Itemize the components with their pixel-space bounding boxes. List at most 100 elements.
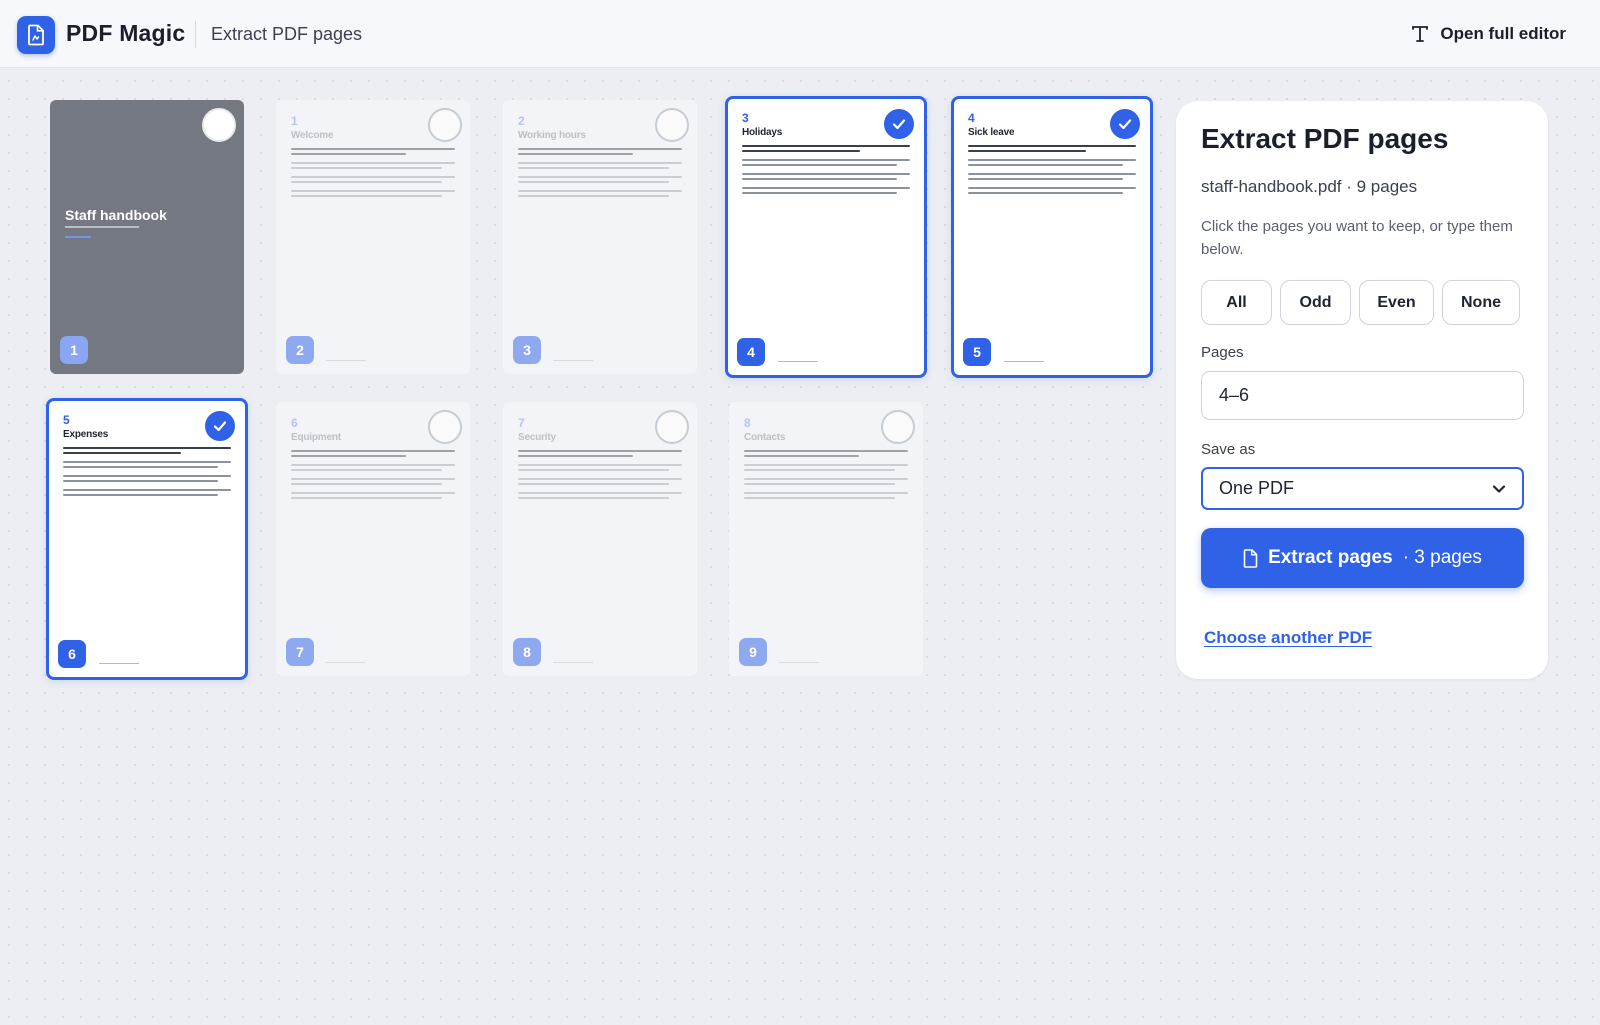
- unchecked-icon[interactable]: [428, 410, 462, 444]
- text-line: [63, 461, 231, 463]
- text-line: [742, 150, 860, 152]
- header-divider: [195, 21, 196, 48]
- text-line: [63, 452, 181, 454]
- text-line: [291, 492, 455, 494]
- page-thumbnail[interactable]: 8 Contacts 9: [729, 402, 923, 676]
- text-line: [968, 173, 1136, 175]
- text-line: [291, 478, 455, 480]
- unchecked-icon[interactable]: [202, 108, 236, 142]
- unchecked-icon[interactable]: [655, 410, 689, 444]
- text-line: [63, 489, 231, 491]
- page-footer: [326, 662, 366, 663]
- text-line: [742, 159, 910, 161]
- page-number-badge: 7: [286, 638, 314, 666]
- page-thumbnail[interactable]: Staff handbook 1: [50, 100, 244, 374]
- select-none-button[interactable]: None: [1442, 280, 1520, 325]
- app-logo: [17, 16, 55, 54]
- save-as-select[interactable]: One PDF: [1201, 467, 1524, 510]
- page-text-lines: [291, 450, 455, 499]
- text-line: [518, 450, 682, 452]
- extract-pages-button[interactable]: Extract pages · 3 pages: [1201, 528, 1524, 588]
- text-line: [63, 494, 218, 496]
- brand-name: PDF Magic: [66, 20, 186, 46]
- text-line: [291, 153, 406, 155]
- file-info: staff-handbook.pdf · 9 pages: [1201, 177, 1418, 196]
- unchecked-icon[interactable]: [655, 108, 689, 142]
- text-line: [742, 173, 910, 175]
- open-full-editor-button[interactable]: Open full editor: [1410, 20, 1566, 48]
- text-line: [744, 483, 895, 485]
- page-title: Staff handbook: [65, 207, 167, 223]
- page-number-badge: 8: [513, 638, 541, 666]
- page-preview: 3 Holidays: [728, 99, 924, 375]
- text-line: [968, 145, 1136, 147]
- text-tool-icon: [1412, 26, 1429, 42]
- checked-icon[interactable]: [205, 411, 235, 441]
- page-text-lines: [742, 145, 910, 194]
- text-line: [744, 464, 908, 466]
- text-line: [63, 466, 218, 468]
- text-line: [291, 162, 455, 164]
- text-line: [742, 187, 910, 189]
- help-text: Click the pages you want to keep, or typ…: [1201, 218, 1513, 258]
- save-as-value: One PDF: [1219, 478, 1295, 498]
- page-number-badge: 2: [286, 336, 314, 364]
- page-footer: [779, 662, 819, 663]
- text-line: [518, 464, 682, 466]
- panel-title: Extract PDF pages: [1201, 123, 1449, 154]
- text-line: [744, 469, 895, 471]
- text-line: [742, 145, 910, 147]
- page-preview: 4 Sick leave: [954, 99, 1150, 375]
- text-line: [968, 187, 1136, 189]
- page-number-badge: 6: [58, 640, 86, 668]
- extract-panel: Extract PDF pages staff-handbook.pdf · 9…: [1176, 101, 1548, 679]
- text-line: [518, 162, 682, 164]
- text-line: [744, 492, 908, 494]
- pdf-file-icon: [28, 24, 44, 46]
- page-footer: [553, 360, 593, 361]
- select-odd-button[interactable]: Odd: [1280, 280, 1351, 325]
- page-number-badge: 5: [963, 338, 991, 366]
- chevron-down-icon: [1492, 484, 1506, 493]
- text-line: [518, 148, 682, 150]
- page-footer: [99, 663, 139, 664]
- text-line: [968, 164, 1123, 166]
- select-even-button[interactable]: Even: [1359, 280, 1434, 325]
- text-line: [291, 455, 406, 457]
- text-line: [291, 190, 455, 192]
- choose-another-pdf-link[interactable]: Choose another PDF: [1204, 628, 1372, 648]
- text-line: [518, 469, 669, 471]
- text-line: [291, 176, 455, 178]
- text-line: [744, 450, 908, 452]
- unchecked-icon[interactable]: [428, 108, 462, 142]
- text-line: [518, 483, 669, 485]
- page-footer: [1004, 361, 1044, 362]
- checked-icon[interactable]: [884, 109, 914, 139]
- page-footer: [553, 662, 593, 663]
- text-line: [968, 192, 1123, 194]
- text-line: [968, 159, 1136, 161]
- text-line: [968, 150, 1086, 152]
- page-thumbnail[interactable]: 1 Welcome 2: [276, 100, 470, 374]
- text-line: [63, 475, 231, 477]
- unchecked-icon[interactable]: [881, 410, 915, 444]
- checked-icon[interactable]: [1110, 109, 1140, 139]
- select-all-button[interactable]: All: [1201, 280, 1272, 325]
- page-thumbnail[interactable]: 5 Expenses 6: [46, 398, 248, 680]
- quick-select-group: All Odd Even None: [1201, 280, 1520, 325]
- cover-subtitle-line: [65, 226, 139, 228]
- page-thumbnail[interactable]: 6 Equipment 7: [276, 402, 470, 676]
- page-thumbnail[interactable]: 7 Security 8: [503, 402, 697, 676]
- page-footer: [778, 361, 818, 362]
- text-line: [968, 178, 1123, 180]
- text-line: [518, 181, 669, 183]
- text-line: [291, 450, 455, 452]
- page-thumbnail[interactable]: 2 Working hours 3: [503, 100, 697, 374]
- page-thumbnail[interactable]: 4 Sick leave 5: [951, 96, 1153, 378]
- page-thumbnail[interactable]: 3 Holidays 4: [725, 96, 927, 378]
- page-text-lines: [291, 148, 455, 197]
- pages-input[interactable]: [1201, 371, 1524, 420]
- page-footer: [326, 360, 366, 361]
- text-line: [63, 447, 231, 449]
- page-text-lines: [518, 148, 682, 197]
